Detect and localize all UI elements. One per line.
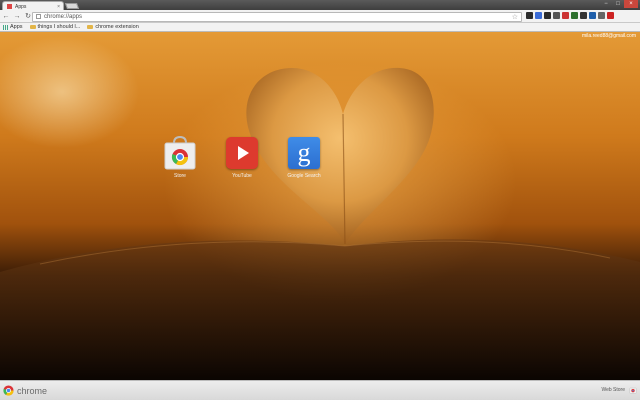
forward-button[interactable]: → (12, 11, 22, 21)
brand-text: chrome (17, 385, 48, 396)
page-icon (36, 14, 41, 19)
bookmark-folder-chrome-extension[interactable]: chrome extension (87, 24, 139, 30)
address-bar[interactable]: chrome://apps ☆ (32, 11, 522, 22)
minimize-button[interactable]: − (600, 0, 612, 8)
app-label: YouTube (232, 173, 252, 179)
title-bar: Apps × − □ × (0, 0, 640, 11)
bookmark-star-icon[interactable]: ☆ (512, 13, 518, 21)
extension-icon[interactable] (571, 12, 578, 19)
user-email[interactable]: mila.reed88@gmail.com (582, 33, 636, 39)
svg-text:g: g (298, 138, 311, 167)
apps-grid: Store YouTube g Google Search (149, 135, 335, 179)
extension-icon[interactable] (562, 12, 569, 19)
apps-footer: chrome Web Store (0, 380, 640, 400)
web-store-link[interactable]: Web Store (601, 386, 637, 394)
close-window-button[interactable]: × (624, 0, 638, 8)
extension-icon[interactable] (535, 12, 542, 19)
extension-icon[interactable] (553, 12, 560, 19)
tab-close-icon[interactable]: × (57, 4, 60, 10)
web-store-icon[interactable] (164, 135, 196, 170)
window-controls: − □ × (600, 0, 638, 8)
extension-icons (526, 12, 616, 19)
app-google-search[interactable]: g Google Search (273, 137, 335, 179)
extension-icon[interactable] (589, 12, 596, 19)
extension-icon[interactable] (544, 12, 551, 19)
google-search-icon[interactable]: g (288, 137, 320, 169)
bookmark-label: chrome extension (95, 24, 139, 30)
extension-icon[interactable] (526, 12, 533, 19)
web-store-label[interactable]: Web Store (601, 387, 625, 393)
youtube-icon[interactable] (226, 137, 258, 169)
extension-icon[interactable] (580, 12, 587, 19)
bookmarks-bar: Apps things I should l... chrome extensi… (0, 23, 640, 32)
new-tab-button[interactable] (64, 3, 80, 9)
chrome-logo-icon (3, 385, 14, 396)
browser-toolbar: ← → ↻ chrome://apps ☆ (0, 10, 640, 23)
bookmark-folder-things[interactable]: things I should l... (29, 24, 81, 30)
apps-favicon-icon (7, 4, 12, 9)
apps-grid-icon (3, 24, 8, 30)
maximize-button[interactable]: □ (612, 0, 624, 8)
chrome-brand: chrome (3, 385, 47, 396)
extension-icon[interactable] (598, 12, 605, 19)
app-label: Store (174, 173, 186, 179)
app-youtube[interactable]: YouTube (211, 137, 273, 179)
url-text[interactable]: chrome://apps (44, 14, 82, 20)
app-label: Google Search (287, 173, 321, 179)
bookmark-apps[interactable]: Apps (3, 24, 23, 30)
extension-icon[interactable] (607, 12, 614, 19)
bookmark-label: things I should l... (37, 24, 81, 30)
folder-icon (87, 25, 94, 29)
apps-page: mila.reed88@gmail.com Store YouTube g Go… (0, 32, 640, 380)
folder-icon (29, 25, 36, 29)
web-store-small-icon[interactable] (629, 386, 637, 394)
back-button[interactable]: ← (1, 11, 11, 21)
background-heart-book (0, 67, 640, 380)
app-store[interactable]: Store (149, 135, 211, 179)
tab-title: Apps (15, 3, 27, 10)
bookmark-label: Apps (10, 24, 23, 30)
